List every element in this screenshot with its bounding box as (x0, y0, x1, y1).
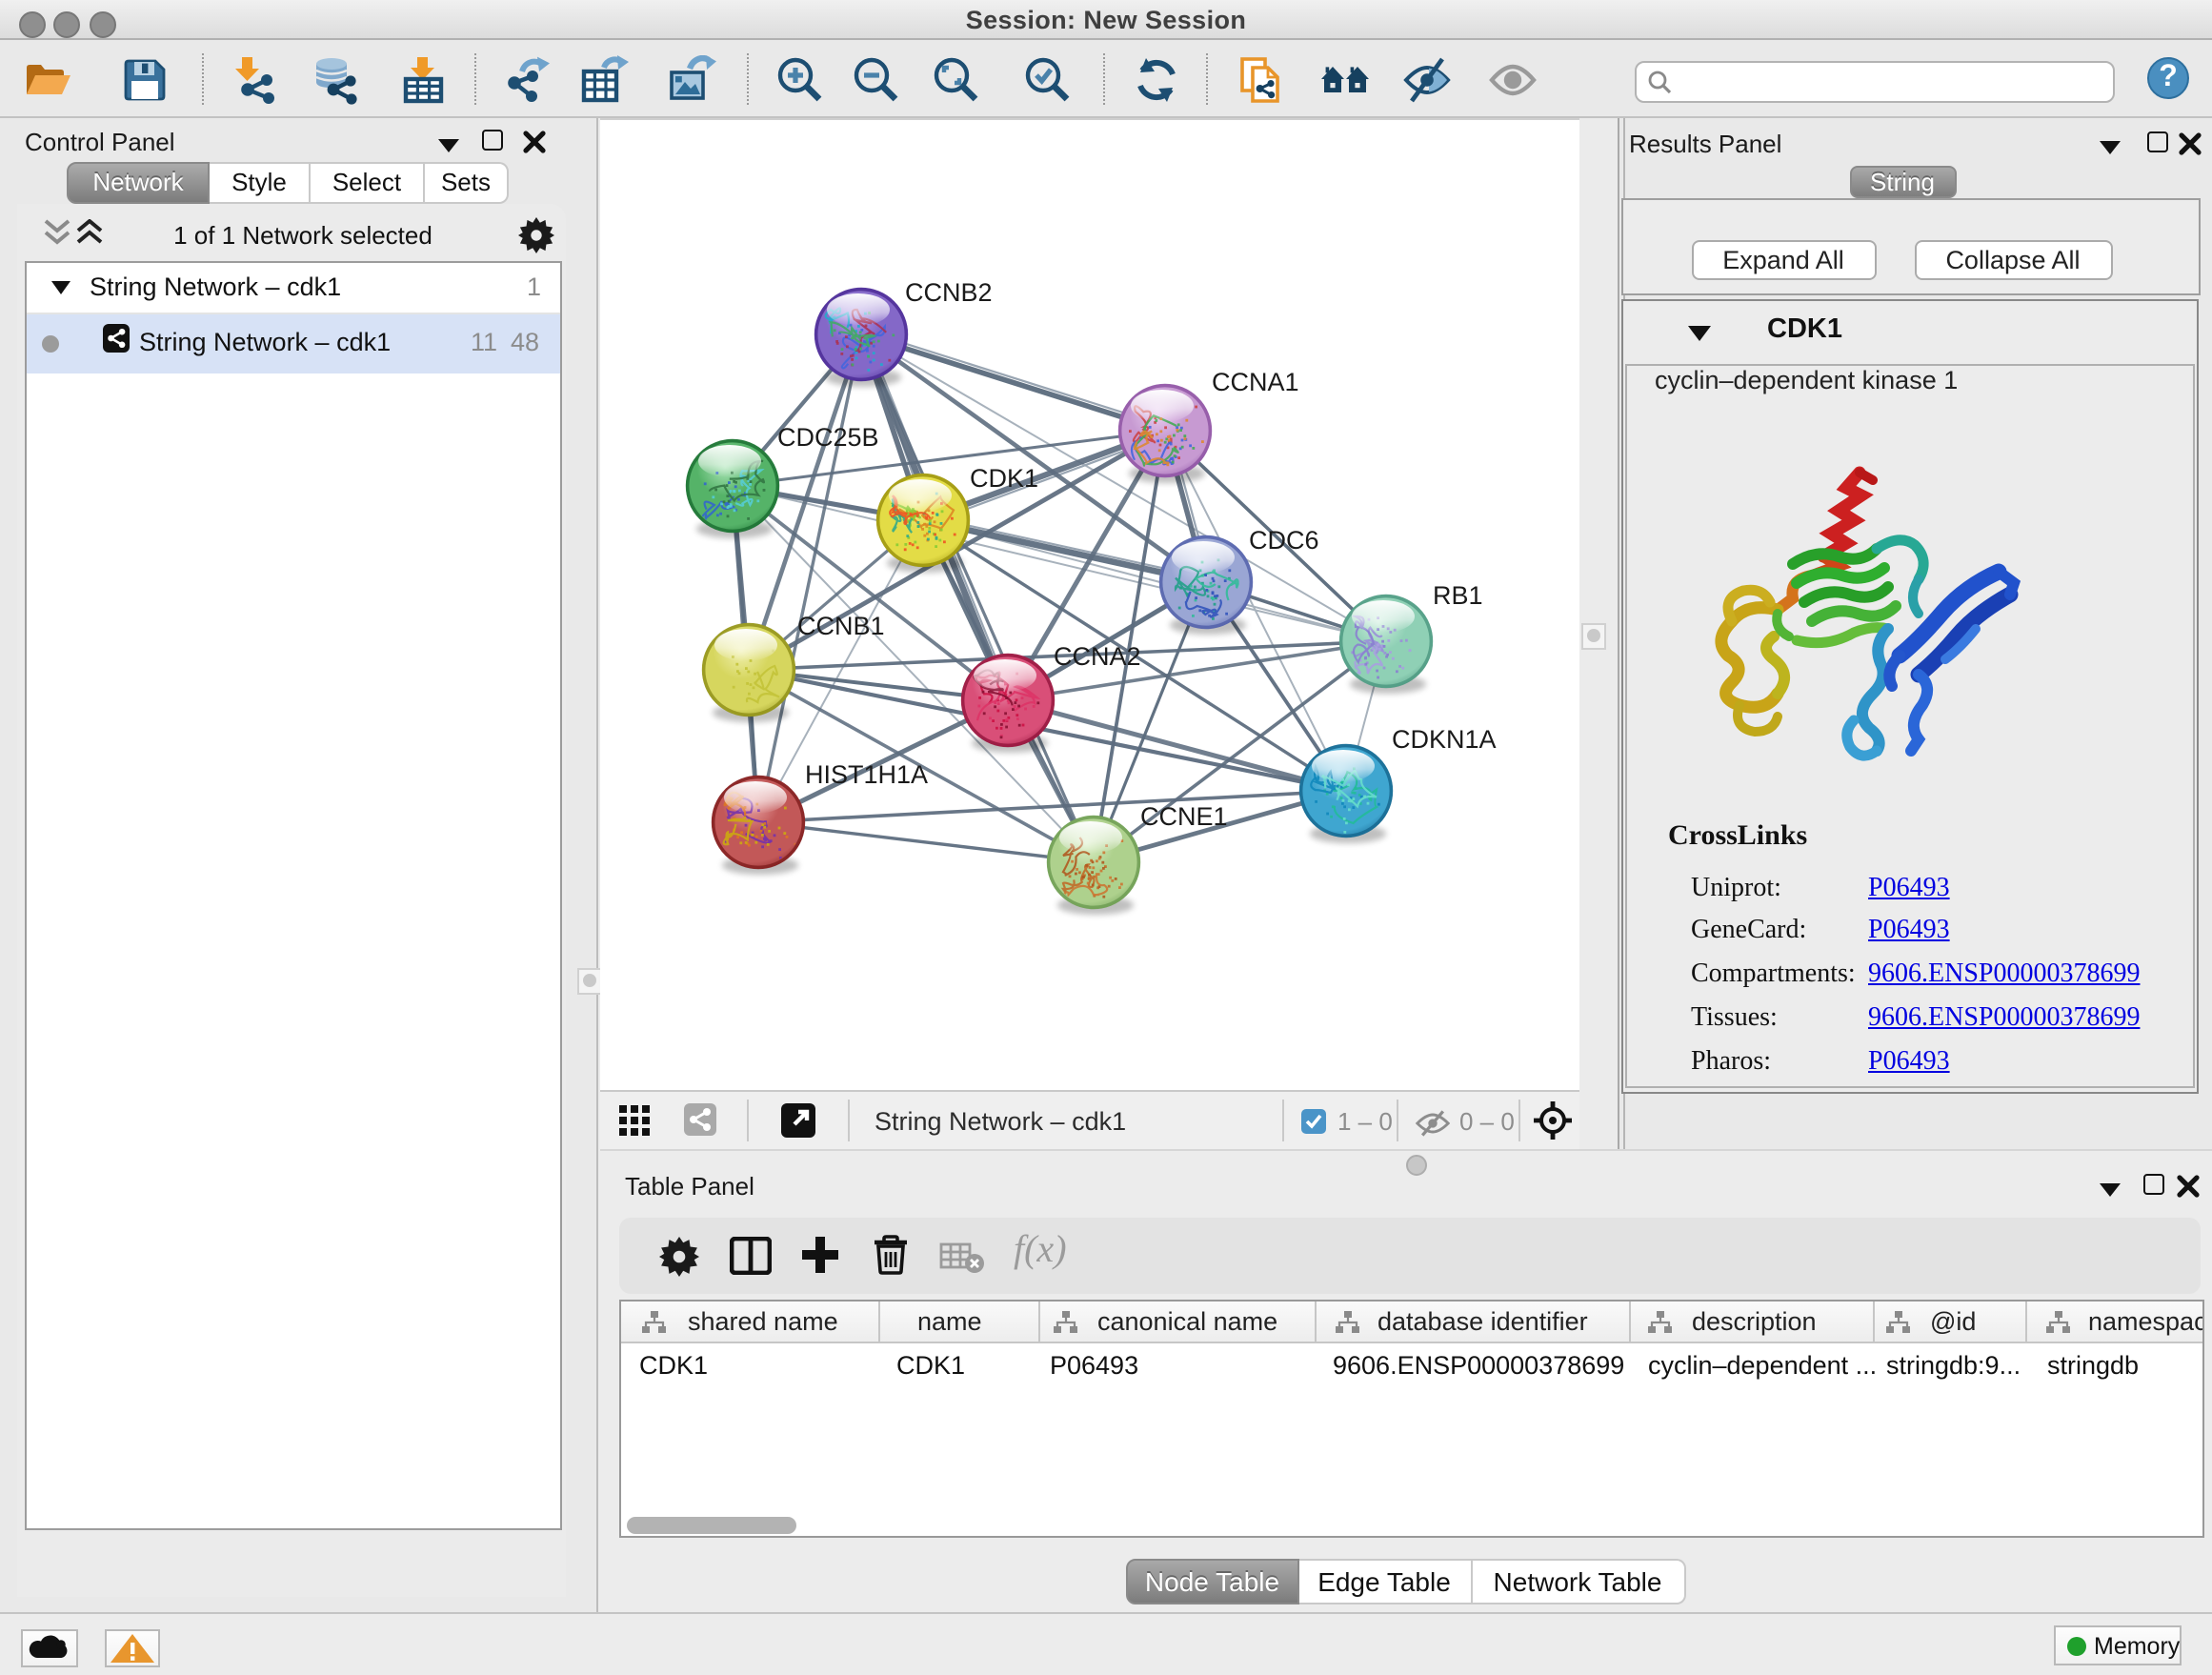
svg-text:CCNB2: CCNB2 (905, 278, 993, 307)
svg-text:CDK1: CDK1 (970, 464, 1038, 493)
svg-text:HIST1H1A: HIST1H1A (805, 760, 928, 789)
svg-text:CCNA2: CCNA2 (1054, 642, 1141, 671)
svg-text:CCNE1: CCNE1 (1140, 802, 1228, 831)
svg-text:RB1: RB1 (1433, 581, 1483, 610)
svg-text:CDC25B: CDC25B (777, 423, 879, 452)
svg-text:CCNB1: CCNB1 (797, 612, 885, 640)
svg-text:CDKN1A: CDKN1A (1392, 725, 1497, 754)
svg-text:CDC6: CDC6 (1249, 526, 1319, 555)
svg-text:CCNA1: CCNA1 (1212, 368, 1299, 396)
